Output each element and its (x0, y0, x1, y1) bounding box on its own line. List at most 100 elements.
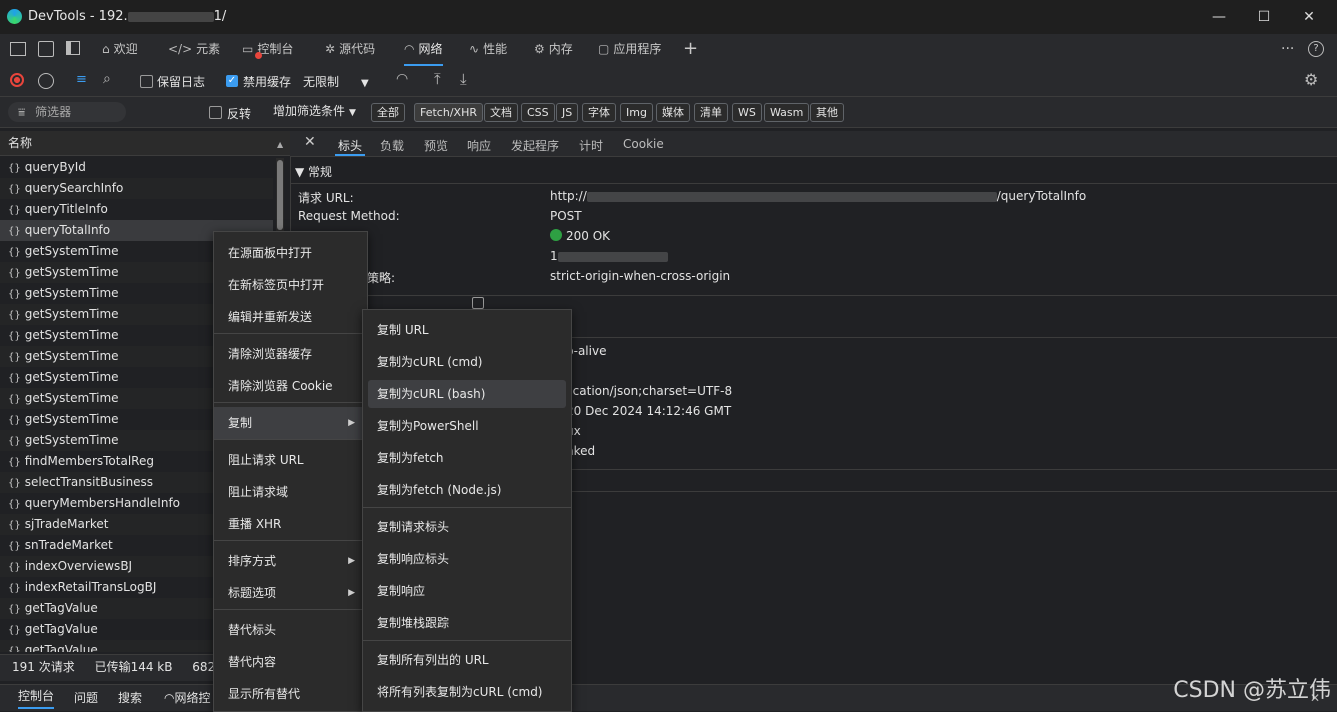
chip-js[interactable]: JS (556, 103, 579, 122)
xhr-icon: {} (8, 499, 21, 510)
menu-item-copy-response[interactable]: 复制响应 (363, 575, 571, 607)
tab-performance[interactable]: ∿ 性能 (469, 34, 507, 64)
menu-item-copy-as-fetch-nodejs[interactable]: 复制为fetch (Node.js) (363, 474, 571, 506)
invert-label: 反转 (227, 107, 252, 121)
network-conditions-icon[interactable]: ◠ (396, 71, 408, 87)
menu-item-copy[interactable]: 复制 ▶ (214, 407, 367, 439)
edge-logo-icon (7, 9, 22, 24)
chip-fetch-xhr[interactable]: Fetch/XHR (414, 103, 483, 122)
menu-item-copy-stack-trace[interactable]: 复制堆栈跟踪 (363, 607, 571, 639)
invert-checkbox[interactable] (209, 106, 222, 119)
chip-img[interactable]: Img (620, 103, 653, 122)
record-icon[interactable] (10, 73, 24, 87)
column-header-name[interactable]: 名称 (0, 131, 290, 156)
drawer-tab-network-conditions[interactable]: ◠网络控 (164, 685, 211, 711)
preserve-log-checkbox[interactable] (140, 75, 153, 88)
request-name: getSystemTime (24, 433, 119, 447)
list-item[interactable]: {} querySearchInfo (0, 178, 273, 199)
menu-item-copy-response-headers[interactable]: 复制响应标头 (363, 543, 571, 575)
scrollbar-thumb[interactable] (277, 160, 283, 230)
tab-elements[interactable]: </> 元素 (168, 34, 220, 64)
menu-item-clear-browser-cache[interactable]: 清除浏览器缓存 (214, 338, 367, 370)
menu-item-copy-all-urls[interactable]: 复制所有列出的 URL (363, 644, 571, 676)
minimize-icon[interactable]: — (1208, 6, 1230, 28)
device-toggle-icon[interactable] (38, 41, 54, 57)
tab-console[interactable]: ▭ 控制台 (242, 34, 293, 64)
menu-item-edit-and-resend[interactable]: 编辑并重新发送 (214, 301, 367, 333)
menu-item-copy-request-headers[interactable]: 复制请求标头 (363, 511, 571, 543)
request-name: findMembersTotalReg (24, 454, 154, 468)
close-icon[interactable]: ✕ (1298, 6, 1320, 28)
request-name: queryById (24, 160, 86, 174)
detail-tab-response[interactable]: 响应 (467, 137, 491, 154)
more-options-icon[interactable]: ··· (1281, 34, 1294, 64)
menu-item-copy-url[interactable]: 复制 URL (363, 314, 571, 346)
detail-tab-cookie[interactable]: Cookie (623, 137, 664, 151)
chip-wasm[interactable]: Wasm (764, 103, 810, 122)
export-har-icon[interactable]: ⤓ (460, 70, 467, 88)
dock-icon[interactable] (66, 41, 80, 55)
drawer-tab-search[interactable]: 搜索 (118, 685, 142, 711)
menu-item-override-headers[interactable]: 替代标头 (214, 614, 367, 646)
search-icon[interactable]: ⌕ (103, 71, 111, 87)
list-item[interactable]: {} queryTitleInfo (0, 199, 273, 220)
chip-all[interactable]: 全部 (371, 103, 405, 122)
tab-application[interactable]: ▢ 应用程序 (598, 34, 661, 64)
detail-tab-timing[interactable]: 计时 (579, 137, 603, 154)
raw-toggle-checkbox[interactable] (472, 297, 484, 309)
detail-tab-payload[interactable]: 负载 (380, 137, 404, 154)
tab-network[interactable]: ◠ 网络 (404, 34, 443, 66)
clear-icon[interactable] (38, 73, 54, 89)
detail-tab-preview[interactable]: 预览 (424, 137, 448, 154)
filter-input[interactable]: ⩸ 筛选器 (8, 102, 126, 122)
menu-item-override-content[interactable]: 替代内容 (214, 646, 367, 678)
title-bar: DevTools - 192. 1/ — ☐ ✕ (0, 0, 1337, 34)
chip-font[interactable]: 字体 (582, 103, 616, 122)
menu-item-copy-as-fetch[interactable]: 复制为fetch (363, 442, 571, 474)
menu-item-clear-browser-cookies[interactable]: 清除浏览器 Cookie (214, 370, 367, 402)
menu-item-show-all-overrides[interactable]: 显示所有替代 (214, 678, 367, 710)
menu-item-open-in-sources[interactable]: 在源面板中打开 (214, 237, 367, 269)
drawer-tab-issues[interactable]: 问题 (74, 685, 98, 711)
menu-item-sort-by[interactable]: 排序方式 ▶ (214, 545, 367, 577)
menu-item-label: 复制 (228, 416, 253, 430)
help-icon[interactable]: ? (1308, 41, 1324, 57)
settings-gear-icon[interactable]: ⚙ (1304, 70, 1318, 89)
menu-item-open-in-new-tab[interactable]: 在新标签页中打开 (214, 269, 367, 301)
section-general[interactable]: ▼ 常规 (295, 163, 332, 180)
chip-media[interactable]: 媒体 (656, 103, 690, 122)
filter-toggle-icon[interactable]: ≡ (76, 72, 87, 87)
menu-item-copy-all-as-curl-cmd[interactable]: 将所有列表复制为cURL (cmd) (363, 676, 571, 708)
chip-manifest[interactable]: 清单 (694, 103, 728, 122)
menu-item-copy-as-curl-bash[interactable]: 复制为cURL (bash) (368, 380, 566, 408)
add-tab-icon[interactable]: + (683, 34, 698, 64)
tab-memory[interactable]: ⚙ 内存 (534, 34, 573, 64)
scroll-up-icon[interactable]: ▲ (277, 140, 283, 149)
tab-welcome[interactable]: ⌂ 欢迎 (102, 34, 138, 64)
import-har-icon[interactable]: ⤒ (434, 70, 441, 88)
header-value: p-alive (566, 344, 607, 358)
maximize-icon[interactable]: ☐ (1253, 6, 1275, 28)
more-filters-label: 增加筛选条件 (273, 104, 346, 118)
detail-tab-headers[interactable]: 标头 (335, 137, 366, 156)
chip-other[interactable]: 其他 (810, 103, 844, 122)
chip-css[interactable]: CSS (521, 103, 555, 122)
menu-item-label: 复制为cURL (bash) (377, 387, 486, 401)
tab-sources[interactable]: ✲ 源代码 (325, 34, 375, 64)
menu-item-block-request-domain[interactable]: 阻止请求域 (214, 476, 367, 508)
close-detail-icon[interactable]: ✕ (304, 134, 316, 150)
menu-item-header-options[interactable]: 标题选项 ▶ (214, 577, 367, 609)
drawer-tab-console[interactable]: 控制台 (18, 685, 55, 709)
menu-item-copy-as-powershell[interactable]: 复制为PowerShell (363, 410, 571, 442)
menu-item-copy-as-curl-cmd[interactable]: 复制为cURL (cmd) (363, 346, 571, 378)
menu-item-block-request-url[interactable]: 阻止请求 URL (214, 444, 367, 476)
more-filters-dropdown[interactable]: 增加筛选条件 ▼ (273, 102, 356, 119)
detail-tab-initiator[interactable]: 发起程序 (511, 137, 559, 154)
disable-cache-checkbox[interactable]: ✓ (226, 75, 238, 87)
chip-ws[interactable]: WS (732, 103, 762, 122)
list-item[interactable]: {} queryById (0, 157, 273, 178)
chip-doc[interactable]: 文档 (484, 103, 518, 122)
inspect-element-icon[interactable] (10, 42, 26, 56)
menu-item-replay-xhr[interactable]: 重播 XHR (214, 508, 367, 540)
throttle-select[interactable]: 无限制 ▼ (303, 73, 369, 90)
